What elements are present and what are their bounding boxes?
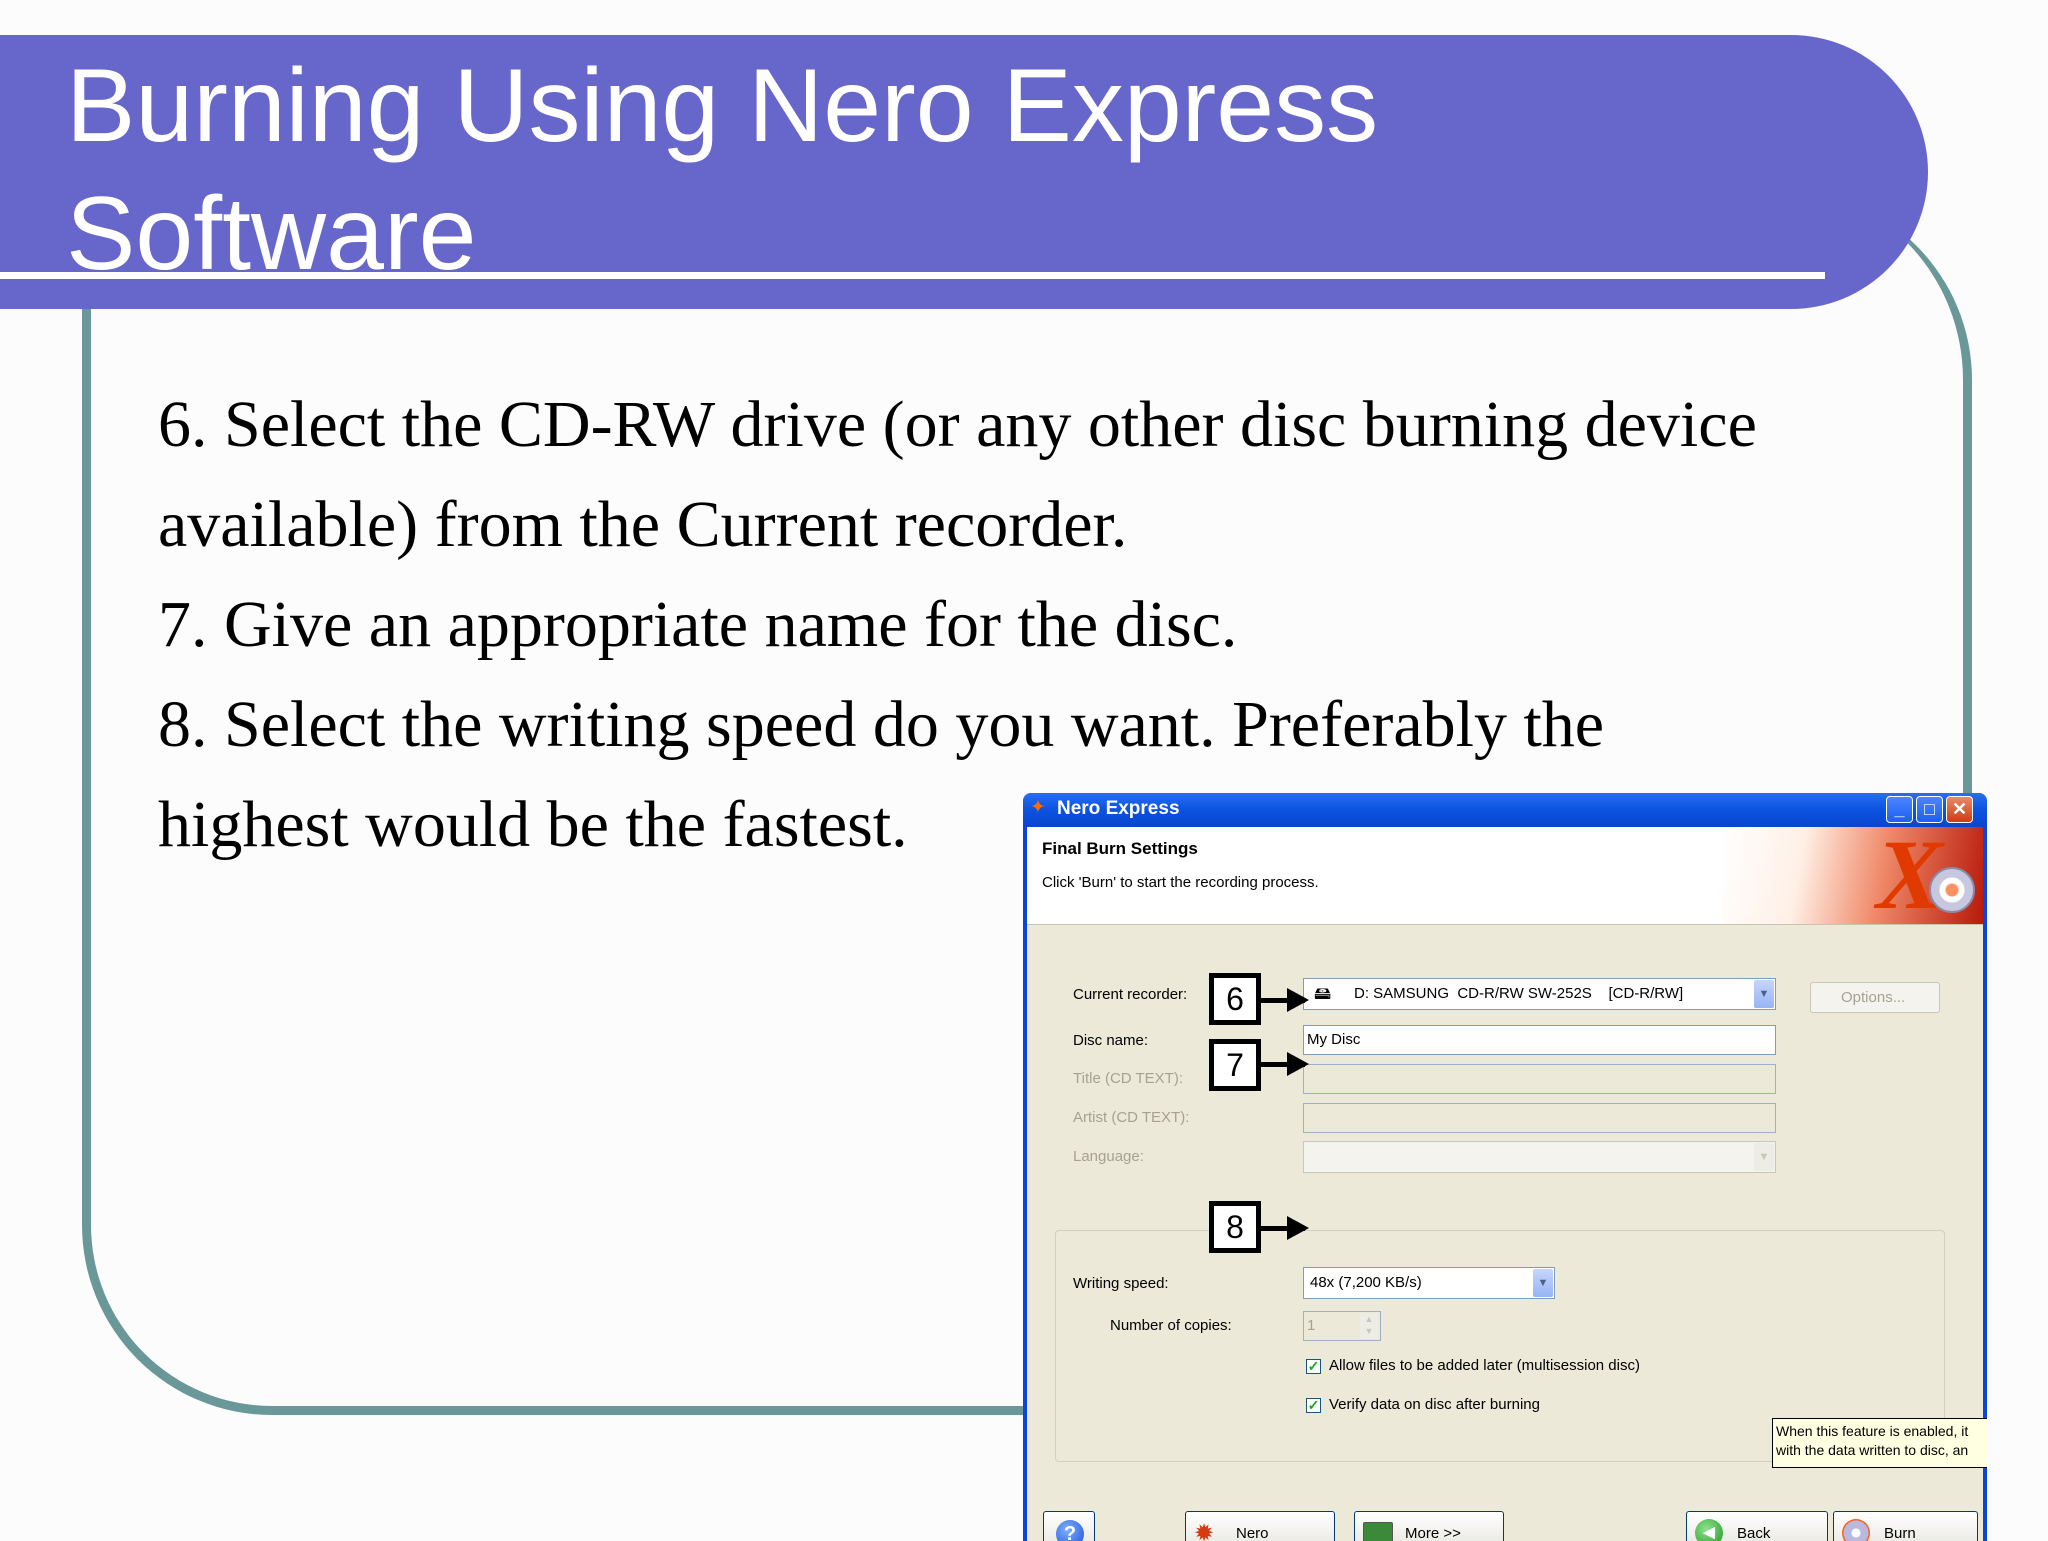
tooltip-line1: When this feature is enabled, it xyxy=(1776,1423,1969,1439)
header-title: Final Burn Settings xyxy=(1042,839,1198,858)
callout-6: 6 xyxy=(1209,973,1261,1025)
feature-tooltip: When this feature is enabled, it with th… xyxy=(1772,1418,1987,1468)
nero-express-window: ✦ Nero Express _ □ ✕ Final Burn Settings… xyxy=(1023,793,1987,1541)
multisession-checkbox[interactable]: ✓ xyxy=(1306,1359,1321,1374)
back-arrow-icon: ◀ xyxy=(1695,1519,1723,1541)
verify-label: Verify data on disc after burning xyxy=(1329,1396,1540,1413)
chevron-down-icon[interactable]: ▼ xyxy=(1533,1269,1553,1297)
checkmark-icon: ✓ xyxy=(1307,1358,1320,1374)
burn-disc-icon xyxy=(1842,1519,1870,1541)
artist-cd-text-label: Artist (CD TEXT): xyxy=(1073,1109,1190,1126)
language-label: Language: xyxy=(1073,1148,1144,1165)
back-button-label: Back xyxy=(1737,1525,1771,1541)
nero-button[interactable]: ✹ Nero xyxy=(1185,1511,1335,1541)
slide-title-line1: Burning Using Nero Express xyxy=(66,48,1379,164)
callout-7-arrow xyxy=(1261,1052,1309,1076)
window-client: Final Burn Settings Click 'Burn' to star… xyxy=(1027,827,1987,1541)
artist-cd-text-field[interactable] xyxy=(1303,1103,1776,1133)
verify-checkbox[interactable]: ✓ xyxy=(1306,1398,1321,1413)
header-subtitle: Click 'Burn' to start the recording proc… xyxy=(1042,874,1319,891)
spinner-arrows-icon[interactable]: ▲ ▼ xyxy=(1360,1313,1378,1339)
writing-speed-value: 48x (7,200 KB/s) xyxy=(1310,1274,1422,1291)
window-title: Nero Express xyxy=(1057,798,1180,819)
multisession-label: Allow files to be added later (multisess… xyxy=(1329,1357,1640,1374)
writing-speed-combo[interactable]: 48x (7,200 KB/s) ▼ xyxy=(1303,1267,1555,1299)
help-icon: ? xyxy=(1056,1520,1084,1541)
callout-6-arrow xyxy=(1261,988,1309,1012)
nero-flame-icon: ✹ xyxy=(1194,1520,1215,1541)
maximize-button[interactable]: □ xyxy=(1916,796,1943,823)
disc-name-field[interactable]: My Disc xyxy=(1303,1025,1776,1055)
more-button[interactable]: More >> xyxy=(1354,1511,1504,1541)
drive-icon: 🖴 xyxy=(1314,984,1332,1003)
step-6-text: 6. Select the CD-RW drive (or any other … xyxy=(158,388,1757,561)
slide-title: Burning Using Nero Express Software xyxy=(66,42,1378,298)
help-button[interactable]: ? xyxy=(1043,1511,1095,1541)
callout-8: 8 xyxy=(1209,1201,1261,1253)
window-titlebar[interactable]: ✦ Nero Express _ □ ✕ xyxy=(1023,793,1987,827)
more-button-label: More >> xyxy=(1405,1525,1461,1541)
back-button[interactable]: ◀ Back xyxy=(1686,1511,1828,1541)
checkmark-icon: ✓ xyxy=(1307,1397,1320,1413)
step-7-text: 7. Give an appropriate name for the disc… xyxy=(158,588,1238,661)
number-of-copies-value: 1 xyxy=(1307,1317,1316,1334)
disc-icon xyxy=(1929,867,1975,913)
close-button[interactable]: ✕ xyxy=(1946,796,1973,823)
tooltip-line2: with the data written to disc, an xyxy=(1776,1442,1969,1458)
current-recorder-label: Current recorder: xyxy=(1073,986,1188,1003)
number-of-copies-stepper[interactable]: 1 ▲ ▼ xyxy=(1303,1311,1381,1341)
language-combo[interactable]: ▼ xyxy=(1303,1141,1776,1173)
writing-speed-label: Writing speed: xyxy=(1073,1275,1169,1292)
more-options-icon xyxy=(1363,1522,1393,1541)
options-button-label: Options... xyxy=(1841,989,1906,1006)
disc-name-label: Disc name: xyxy=(1073,1032,1149,1049)
minimize-button[interactable]: _ xyxy=(1886,796,1913,823)
nero-logo: X xyxy=(1723,827,1983,924)
current-recorder-combo[interactable]: 🖴 D: SAMSUNG CD-R/RW SW-252S [CD-R/RW] ▼ xyxy=(1303,978,1776,1010)
title-cd-text-label: Title (CD TEXT): xyxy=(1073,1070,1184,1087)
slide-title-line2: Software xyxy=(66,176,477,292)
burn-button[interactable]: Burn xyxy=(1833,1511,1978,1541)
chevron-down-icon[interactable]: ▼ xyxy=(1754,1143,1774,1171)
wizard-header: Final Burn Settings Click 'Burn' to star… xyxy=(1027,827,1983,925)
current-recorder-value: D: SAMSUNG CD-R/RW SW-252S [CD-R/RW] xyxy=(1354,985,1684,1002)
title-cd-text-field[interactable] xyxy=(1303,1064,1776,1094)
callout-7: 7 xyxy=(1209,1039,1261,1091)
options-button[interactable]: Options... xyxy=(1810,982,1940,1013)
callout-8-arrow xyxy=(1261,1216,1309,1240)
nero-button-label: Nero xyxy=(1236,1525,1269,1541)
number-of-copies-label: Number of copies: xyxy=(1110,1317,1232,1334)
burn-button-label: Burn xyxy=(1884,1525,1916,1541)
chevron-down-icon[interactable]: ▼ xyxy=(1754,980,1774,1008)
nero-app-icon: ✦ xyxy=(1030,797,1046,818)
